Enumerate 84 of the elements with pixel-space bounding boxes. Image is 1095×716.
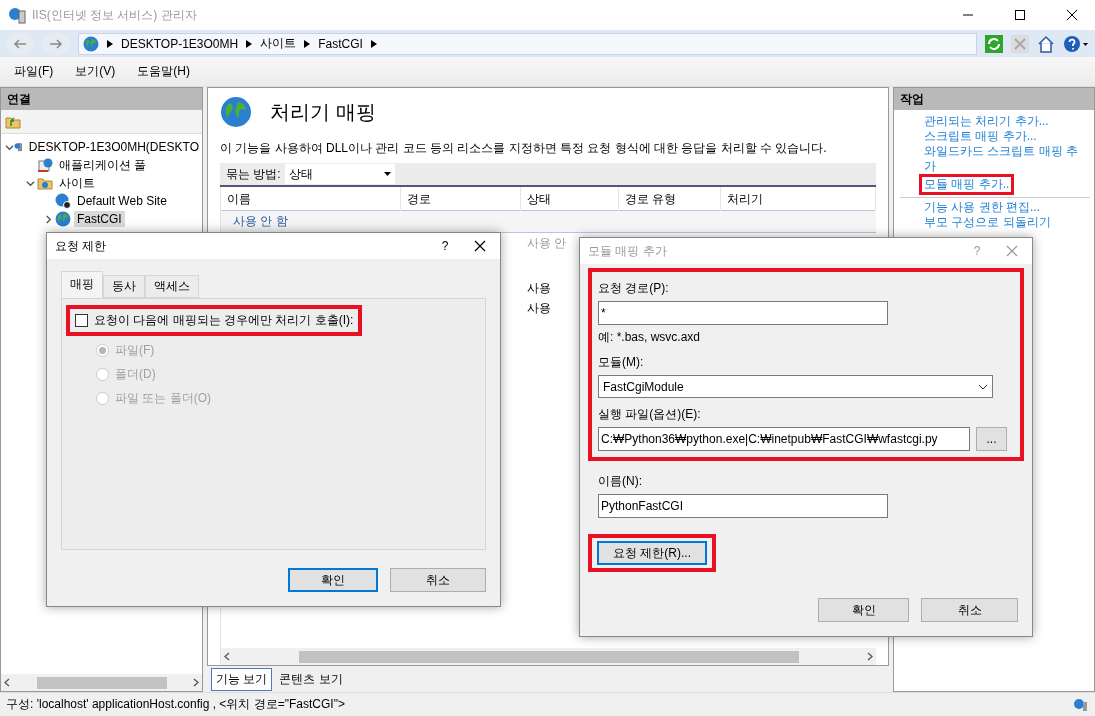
module-dropdown[interactable]: FastCgiModule [598, 375, 993, 398]
field-label: 이름(N): [598, 473, 643, 490]
table-cell-text: 사용 안 [526, 235, 568, 252]
menu-item[interactable]: 도움말(H) [137, 63, 190, 80]
pane-title: 연결 [1, 88, 202, 110]
view-tab[interactable]: 콘텐츠 보기 [274, 667, 348, 691]
input-field[interactable]: C:₩Python36₩python.exe|C:₩inetpub₩FastCGI₩wfastcgi.py [598, 427, 970, 451]
menu-item[interactable]: 파일(F) [14, 63, 54, 80]
tree-item[interactable]: 사이트 [56, 173, 98, 193]
globe-icon [55, 211, 71, 227]
collapsed-chevron-icon[interactable] [43, 214, 53, 224]
action-link[interactable]: 기능 사용 권한 편집... [924, 200, 1040, 215]
back-arrow-icon [13, 37, 27, 50]
scrollbar[interactable] [221, 648, 876, 665]
request-restrictions-button[interactable]: 요청 제한(R)... [597, 541, 707, 565]
group-by-label: 묶는 방법: [226, 165, 281, 183]
action-link[interactable]: 관리되는 처리기 추가... [924, 114, 1049, 129]
feature-description: 이 기능을 사용하여 DLL이나 관리 코드 등의 리소스를 지정하면 특정 요청 형식에 대한 응답을 처리할 수 있습니다. [220, 140, 828, 157]
input-field[interactable]: * [598, 301, 888, 325]
refresh-icon[interactable] [985, 34, 1003, 53]
tab[interactable]: 매핑 [61, 271, 103, 298]
pool-icon [37, 157, 53, 173]
address-bar[interactable]: DESKTOP-1E3O0MH 사이트 FastCGI [78, 32, 977, 55]
breadcrumb-arrow-icon [107, 39, 113, 48]
tree-item[interactable]: FastCGI [74, 211, 125, 227]
tab[interactable]: 동사 [103, 275, 145, 298]
action-link[interactable]: 스크립트 매핑 추가... [924, 129, 1037, 144]
input-field[interactable]: PythonFastCGI [598, 494, 888, 518]
tab[interactable]: 액세스 [145, 275, 199, 298]
globe-icon [220, 96, 252, 128]
scroll-left-icon[interactable] [4, 678, 10, 687]
breadcrumb-arrow-icon [370, 39, 377, 48]
breadcrumb-item[interactable]: DESKTOP-1E3O0MH [121, 36, 239, 51]
tree-item[interactable]: 애플리케이션 풀 [56, 155, 150, 175]
cancel-button[interactable]: 취소 [921, 598, 1018, 622]
tree-item[interactable]: Default Web Site [74, 193, 170, 209]
table-cell-text: 사용 [526, 300, 552, 317]
tree-item[interactable]: DESKTOP-1E3O0MH(DESKTO [25, 139, 202, 155]
cancel-button[interactable]: 취소 [390, 568, 486, 592]
ok-button[interactable]: 확인 [288, 568, 378, 592]
dialog-title: 요청 제한 [55, 237, 108, 255]
scrollbar[interactable] [1, 674, 202, 691]
status-text: 구성: 'localhost' applicationHost.config , <위치 경로="FastCGI"> [6, 696, 345, 713]
action-link[interactable]: 모듈 매핑 추가.. [919, 174, 1015, 195]
group-by-dropdown[interactable]: 상태 [284, 164, 395, 184]
view-tab[interactable]: 기능 보기 [211, 667, 273, 691]
field-label: 모듈(M): [598, 354, 645, 371]
dropdown-arrow-icon [383, 172, 391, 176]
maximize-icon [1014, 9, 1026, 21]
menu-item[interactable]: 보기(V) [75, 63, 116, 80]
feature-title: 처리기 매핑 [270, 99, 376, 125]
expanded-chevron-icon[interactable] [25, 178, 35, 188]
scroll-right-icon[interactable] [193, 678, 199, 687]
folder-icon [37, 175, 53, 191]
breadcrumb-arrow-icon [304, 39, 311, 48]
window-title: IIS(인터넷 정보 서비스) 관리자 [32, 6, 198, 24]
ok-button[interactable]: 확인 [818, 598, 909, 622]
expanded-chevron-icon[interactable] [5, 142, 14, 152]
close-icon[interactable] [474, 240, 486, 252]
home-icon[interactable] [1037, 34, 1055, 53]
group-header: 사용 안 함 [232, 213, 289, 230]
checkbox[interactable]: 요청이 다음에 매핑되는 경우에만 처리기 호출(I): [75, 312, 354, 329]
breadcrumb-item[interactable]: FastCGI [318, 36, 363, 51]
hint-text: 예: *.bas, wsvc.axd [598, 329, 702, 346]
table-cell-text: 사용 [526, 280, 552, 297]
globe-icon [83, 35, 99, 52]
chevron-down-icon [978, 383, 988, 390]
app-icon [8, 6, 26, 24]
field-label: 요청 경로(P): [598, 280, 670, 297]
dialog-title: 모듈 매핑 추가 [588, 242, 668, 260]
forward-arrow-icon [49, 37, 63, 50]
breadcrumb-item[interactable]: 사이트 [260, 35, 297, 52]
scroll-left-icon[interactable] [224, 652, 230, 661]
action-link[interactable]: 부모 구성으로 되돌리기 [924, 215, 1051, 230]
browse-button[interactable]: ... [976, 427, 1007, 451]
close-icon [1066, 9, 1078, 21]
pane-title: 작업 [894, 88, 1094, 110]
action-link[interactable]: 와일드카드 스크립트 매핑 추가 [924, 144, 1086, 174]
site-icon [55, 193, 71, 209]
field-label: 실행 파일(옵션)(E): [598, 406, 702, 423]
help-icon[interactable] [1063, 34, 1089, 53]
breadcrumb-arrow-icon [246, 39, 253, 48]
help-button[interactable]: ? [430, 239, 460, 253]
scroll-right-icon[interactable] [867, 652, 873, 661]
